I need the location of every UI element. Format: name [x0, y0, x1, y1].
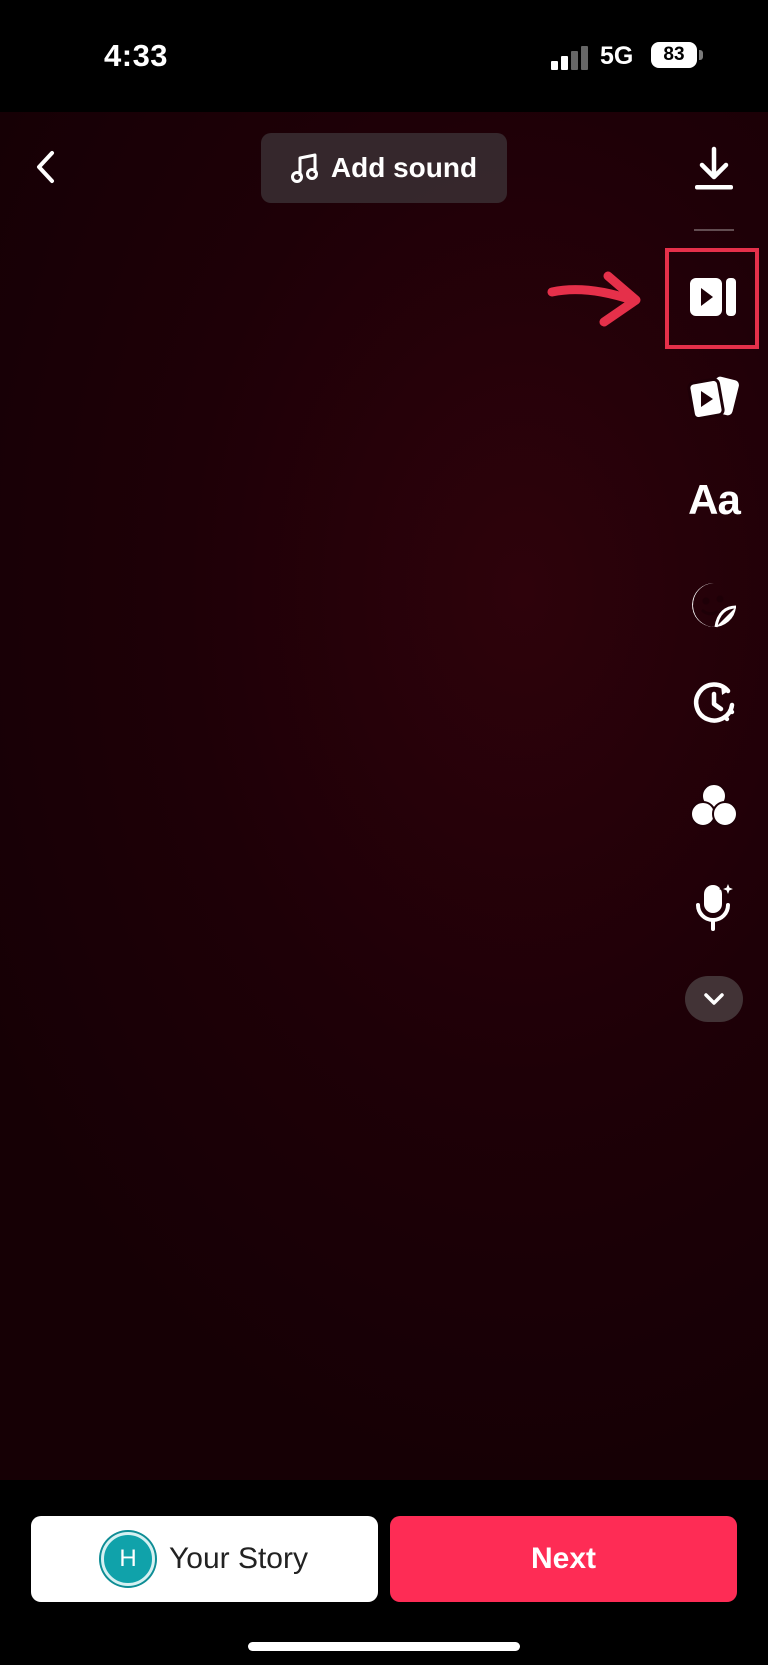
next-label: Next: [530, 1542, 597, 1575]
voice-effects-icon: [696, 881, 738, 931]
chevron-left-icon: [37, 151, 54, 183]
templates-icon: [687, 376, 739, 421]
text-icon: Aa: [688, 476, 741, 523]
editor-screen: 4:33 5G 83 Add sound Aa H Your Story Nex…: [0, 0, 768, 1665]
cellular-signal-icon: [551, 46, 591, 70]
chevron-down-icon: [704, 993, 724, 1005]
video-preview[interactable]: [0, 112, 768, 1480]
more-tools-button[interactable]: [685, 976, 743, 1022]
battery-icon: 83: [651, 42, 697, 68]
next-button[interactable]: Next: [390, 1516, 737, 1602]
voice-effects-button[interactable]: [679, 872, 749, 942]
download-icon: [695, 146, 733, 190]
your-story-label: Your Story: [169, 1542, 308, 1575]
status-time: 4:33: [104, 38, 169, 73]
templates-button[interactable]: [679, 362, 749, 432]
avatar-initial: H: [119, 1545, 137, 1572]
add-sound-button[interactable]: Add sound: [261, 133, 507, 203]
your-story-button[interactable]: H Your Story: [31, 1516, 378, 1602]
add-sound-label: Add sound: [330, 152, 478, 183]
music-note-icon: [290, 153, 318, 183]
filters-icon: [690, 783, 738, 827]
toolbar-divider: [694, 229, 734, 231]
filters-button[interactable]: [679, 770, 749, 840]
battery-level: 83: [663, 44, 685, 65]
status-bar: 4:33 5G 83: [0, 0, 768, 112]
network-type: 5G: [600, 42, 634, 70]
arrow-annotation-icon: [547, 271, 641, 327]
timer-icon: [693, 682, 735, 723]
battery-tip: [699, 50, 703, 60]
home-indicator[interactable]: [248, 1642, 520, 1651]
avatar: H: [101, 1532, 155, 1586]
highlight-annotation-box: [665, 248, 759, 349]
stickers-button[interactable]: [679, 570, 749, 640]
download-button[interactable]: [679, 134, 749, 204]
timer-button[interactable]: [679, 668, 749, 738]
back-button[interactable]: [22, 144, 68, 190]
text-button[interactable]: Aa: [679, 465, 749, 535]
sticker-icon: [692, 583, 737, 628]
